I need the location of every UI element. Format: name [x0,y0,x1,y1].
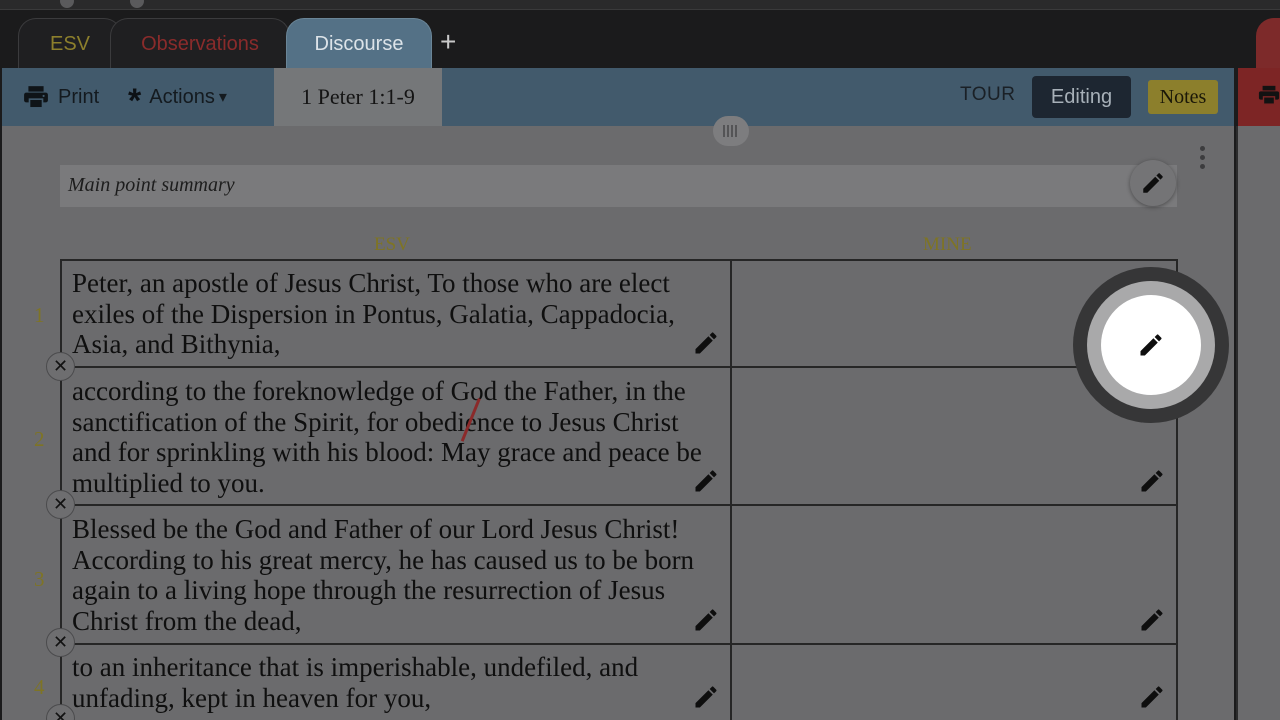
pencil-icon[interactable] [692,606,720,634]
window-control-dot [130,0,144,8]
summary-edit-button[interactable] [1130,160,1176,206]
actions-menu-button[interactable]: * Actions ▾ [128,68,227,126]
verse-text[interactable]: Blessed be the God and Father of our Lor… [72,514,722,636]
row-divider [60,504,1178,506]
kebab-icon[interactable] [1200,146,1206,172]
print-button[interactable]: Print [22,68,99,126]
asterisk-icon: * [128,82,142,120]
pencil-icon[interactable] [692,467,720,495]
printer-icon[interactable] [1258,84,1280,106]
close-icon: ✕ [52,708,69,720]
pencil-icon [1143,173,1163,193]
mine-verse-1-edit-button[interactable] [1101,295,1201,395]
window-control-dot [60,0,74,8]
verse-number: 2 [34,427,45,451]
tab-esv[interactable]: ESV [18,18,122,70]
row-divider [60,643,1178,645]
editing-toggle[interactable]: Editing [1032,76,1131,118]
notes-button[interactable]: Notes [1148,80,1218,114]
summary-placeholder: Main point summary [68,174,235,196]
add-tab-button[interactable]: + [440,22,456,62]
actions-label: Actions [149,85,215,108]
tab-bar: ESV Observations Discourse + [0,10,1240,70]
remove-row-button[interactable]: ✕ [46,490,75,519]
verse-number: 3 [34,567,45,591]
print-label: Print [58,85,100,108]
verse-number: 1 [34,303,45,327]
verse-text[interactable]: Peter, an apostle of Jesus Christ, To th… [72,268,722,360]
pencil-icon[interactable] [1138,606,1166,634]
adjacent-panel-tab[interactable] [1256,18,1280,70]
tab-discourse[interactable]: Discourse [286,18,432,70]
close-icon: ✕ [52,356,69,376]
remove-row-button[interactable]: ✕ [46,352,75,381]
chevron-down-icon: ▾ [218,89,227,106]
pencil-icon [1140,334,1162,356]
tour-button[interactable]: TOUR [960,84,1015,106]
column-header-mine: MINE [923,234,972,255]
pencil-icon[interactable] [1138,683,1166,711]
verse-text[interactable]: according to the foreknowledge of God th… [72,376,722,498]
printer-icon [24,86,48,109]
drag-handle-icon[interactable] [713,116,749,146]
tab-observations[interactable]: Observations [110,18,290,70]
passage-reference-tab[interactable]: 1 Peter 1:1-9 [274,68,442,126]
remove-row-button[interactable]: ✕ [46,628,75,657]
pencil-icon[interactable] [692,683,720,711]
close-icon: ✕ [52,494,69,514]
adjacent-panel-body [1236,126,1280,720]
pencil-icon[interactable] [692,329,720,357]
close-icon: ✕ [52,632,69,652]
column-divider [730,259,732,720]
pencil-icon[interactable] [1138,467,1166,495]
column-header-esv: ESV [374,234,410,255]
window-top-strip [0,0,1280,10]
verse-text[interactable]: to an inheritance that is imperishable, … [72,652,722,713]
row-divider [60,366,1178,368]
verse-number: 4 [34,675,45,699]
